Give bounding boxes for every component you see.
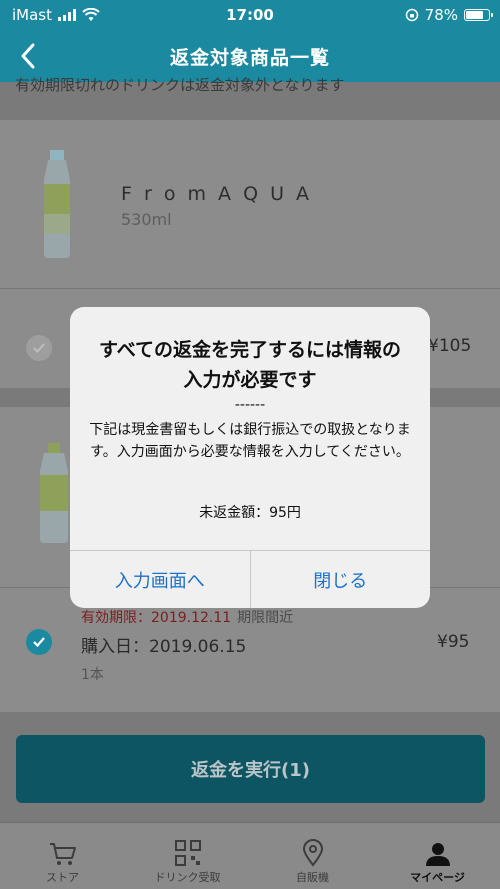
product-price: ¥95: [437, 632, 470, 652]
battery-icon: [464, 9, 493, 21]
tab-label: ドリンク受取: [154, 871, 221, 884]
expiry-date: 有効期限：2019.12.11 期限間近: [81, 607, 293, 627]
dialog-actions: 入力画面へ 閉じる: [70, 550, 430, 608]
checkmark-icon: [33, 343, 45, 353]
location-pin-icon: [302, 839, 323, 867]
cart-icon: [49, 843, 76, 865]
status-right: 78%: [405, 6, 493, 24]
battery-level: [466, 11, 483, 19]
expiry-label: 有効期限：2019.12.11: [81, 610, 232, 626]
purchase-date: 購入日：2019.06.15: [81, 637, 247, 657]
tab-mypage[interactable]: マイページ: [375, 823, 500, 889]
tab-label: ストア: [46, 871, 79, 884]
product-quantity: 1本: [81, 667, 104, 683]
expiry-note: 期限間近: [237, 610, 294, 626]
product-image: [44, 150, 70, 258]
unrefunded-amount: 未返金額：95円: [199, 505, 301, 521]
dialog-separator: ------: [234, 397, 266, 413]
execute-refund-button[interactable]: 返金を実行(1): [16, 735, 485, 803]
person-icon: [425, 843, 450, 866]
product-price: ¥105: [428, 336, 472, 356]
dialog-message: 下記は現金書留もしくは銀行振込での取扱となります。入力画面から必要な情報を入力し…: [89, 422, 411, 460]
page-title: 返金対象商品一覧: [169, 47, 330, 69]
product-image: [40, 443, 68, 543]
qr-code-icon: [174, 840, 201, 866]
battery-percent: 78%: [424, 6, 458, 24]
go-to-input-button[interactable]: 入力画面へ: [70, 551, 250, 608]
alert-dialog: すべての返金を完了するには情報の入力が必要です ------ 下記は現金書留もし…: [70, 307, 430, 608]
tab-label: 自販機: [296, 871, 329, 884]
orientation-lock-icon: [405, 8, 418, 22]
tab-bar: ストア ドリンク受取 自販機 マイページ: [0, 822, 500, 889]
notice-text: 有効期限切れのドリンクは返金対象外となります: [15, 76, 345, 94]
close-button[interactable]: 閉じる: [249, 551, 431, 608]
select-checkbox[interactable]: [26, 629, 52, 655]
product-size: 530ml: [121, 210, 172, 229]
status-bar: iMast 17:00 78%: [0, 0, 500, 30]
tab-drink-pickup[interactable]: ドリンク受取: [125, 823, 250, 889]
product-name: F r o m A Q U A: [121, 183, 313, 205]
dialog-title: すべての返金を完了するには情報の入力が必要です: [99, 339, 401, 391]
checkmark-icon: [33, 637, 45, 648]
tab-store[interactable]: ストア: [0, 823, 125, 889]
tab-label: マイページ: [410, 871, 465, 884]
card-divider: [0, 288, 500, 289]
select-checkbox[interactable]: [26, 335, 52, 361]
tab-vending-machine[interactable]: 自販機: [250, 823, 375, 889]
